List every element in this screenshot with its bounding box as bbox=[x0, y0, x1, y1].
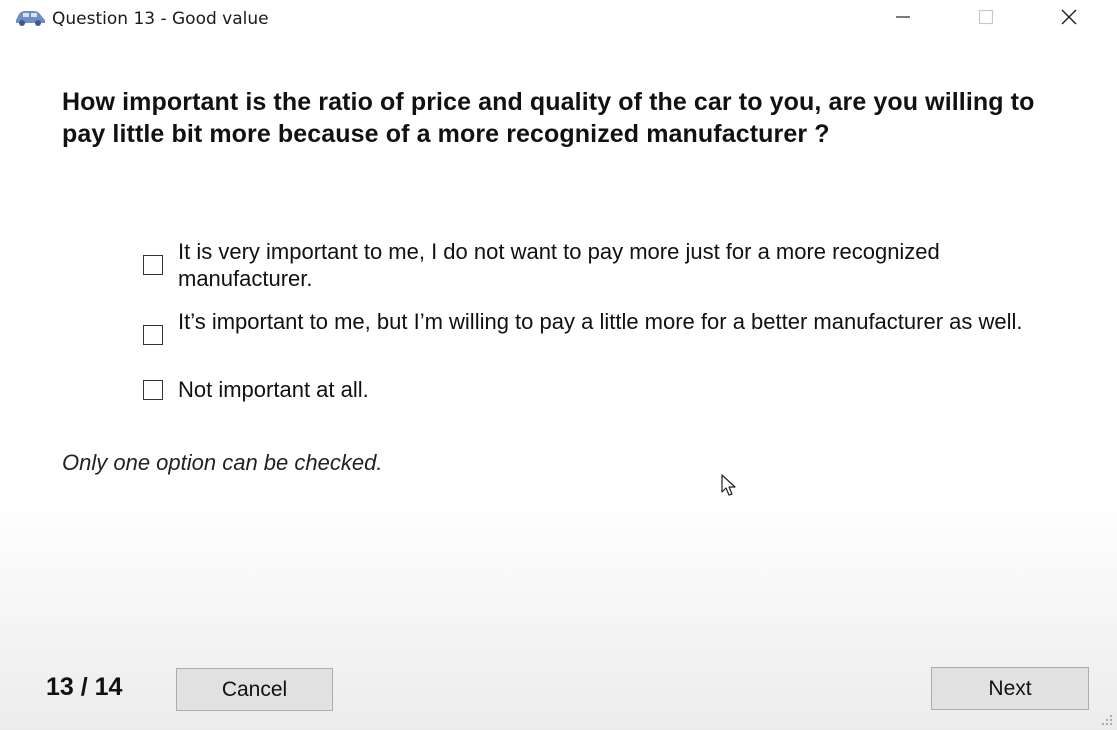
question-counter: 13 / 14 bbox=[46, 673, 123, 701]
option-important-but-willing[interactable]: It’s important to me, but I’m willing to… bbox=[143, 308, 1043, 345]
option-checkbox[interactable] bbox=[143, 380, 163, 400]
maximize-icon bbox=[976, 7, 996, 32]
resize-grip-icon[interactable] bbox=[1099, 712, 1113, 726]
maximize-button[interactable] bbox=[963, 0, 1009, 38]
option-very-important[interactable]: It is very important to me, I do not wan… bbox=[143, 238, 1043, 292]
mouse-cursor-icon bbox=[720, 474, 740, 498]
car-icon bbox=[14, 9, 46, 27]
option-label: Not important at all. bbox=[178, 377, 369, 402]
minimize-icon bbox=[893, 7, 913, 32]
option-checkbox[interactable] bbox=[143, 255, 163, 275]
option-label: It is very important to me, I do not wan… bbox=[178, 239, 940, 291]
close-icon bbox=[1059, 7, 1079, 32]
option-checkbox[interactable] bbox=[143, 325, 163, 345]
option-label: It’s important to me, but I’m willing to… bbox=[178, 309, 1023, 334]
minimize-button[interactable] bbox=[880, 0, 926, 38]
window-title: Question 13 - Good value bbox=[52, 9, 269, 29]
question-text: How important is the ratio of price and … bbox=[62, 88, 1035, 148]
hint-text: Only one option can be checked. bbox=[62, 450, 383, 475]
next-button[interactable]: Next bbox=[931, 667, 1089, 710]
close-button[interactable] bbox=[1046, 0, 1092, 38]
title-bar[interactable]: Question 13 - Good value bbox=[0, 0, 1117, 38]
option-not-important[interactable]: Not important at all. bbox=[143, 376, 1043, 403]
cancel-button[interactable]: Cancel bbox=[176, 668, 333, 711]
survey-window: Question 13 - Good value How important i… bbox=[0, 0, 1117, 730]
